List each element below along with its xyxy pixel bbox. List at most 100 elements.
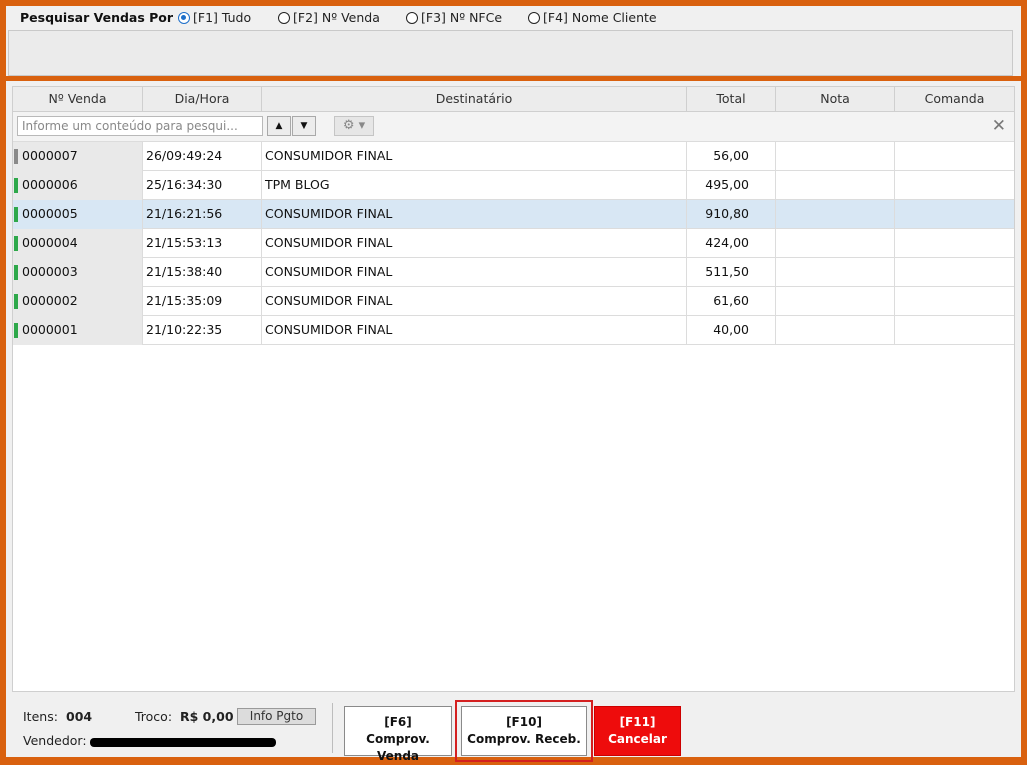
cell-total: 61,60 <box>687 287 776 316</box>
table-row[interactable]: 0000004 21/15:53:13 CONSUMIDOR FINAL 424… <box>13 229 1014 258</box>
cell-venda: 0000007 <box>13 142 143 171</box>
status-marker <box>14 236 18 251</box>
table-row[interactable]: 0000007 26/09:49:24 CONSUMIDOR FINAL 56,… <box>13 142 1014 171</box>
comprov-receb-button[interactable]: [F10] Comprov. Receb. <box>455 700 593 762</box>
cell-venda: 0000005 <box>13 200 143 229</box>
cell-dia-hora: 21/16:21:56 <box>143 200 262 229</box>
radio-unchecked-icon <box>528 11 540 24</box>
status-marker <box>14 207 18 222</box>
venda-number: 0000002 <box>22 293 78 308</box>
cell-comanda <box>895 316 1014 345</box>
cell-destinatario: CONSUMIDOR FINAL <box>262 229 687 258</box>
radio-tudo[interactable]: [F1] Tudo <box>178 10 251 25</box>
radio-label: [F2] Nº Venda <box>293 10 380 25</box>
status-marker <box>14 178 18 193</box>
divider <box>332 703 333 753</box>
table-row-selected[interactable]: 0000005 21/16:21:56 CONSUMIDOR FINAL 910… <box>13 200 1014 229</box>
venda-number: 0000005 <box>22 206 78 221</box>
cell-comanda <box>895 142 1014 171</box>
cell-destinatario: CONSUMIDOR FINAL <box>262 316 687 345</box>
search-input-area[interactable] <box>8 30 1013 76</box>
cell-dia-hora: 21/15:35:09 <box>143 287 262 316</box>
venda-number: 0000003 <box>22 264 78 279</box>
cell-nota <box>776 258 895 287</box>
cell-total: 424,00 <box>687 229 776 258</box>
cell-comanda <box>895 171 1014 200</box>
troco-value: R$ 0,00 <box>180 709 234 724</box>
status-marker <box>14 149 18 164</box>
cell-destinatario: CONSUMIDOR FINAL <box>262 142 687 171</box>
col-header-comanda[interactable]: Comanda <box>895 87 1014 111</box>
radio-checked-icon <box>178 11 190 24</box>
table-row[interactable]: 0000002 21/15:35:09 CONSUMIDOR FINAL 61,… <box>13 287 1014 316</box>
cell-total: 910,80 <box>687 200 776 229</box>
col-header-dia-hora[interactable]: Dia/Hora <box>143 87 262 111</box>
venda-number: 0000007 <box>22 148 78 163</box>
table-row[interactable]: 0000003 21/15:38:40 CONSUMIDOR FINAL 511… <box>13 258 1014 287</box>
find-next-button[interactable]: ▼ <box>292 116 316 136</box>
radio-nome-cliente[interactable]: [F4] Nome Cliente <box>528 10 657 25</box>
info-pgto-button[interactable]: Info Pgto <box>237 708 316 725</box>
search-panel: Pesquisar Vendas Por [F1] Tudo [F2] Nº V… <box>6 6 1021 78</box>
col-header-numero-venda[interactable]: Nº Venda <box>13 87 143 111</box>
cell-dia-hora: 21/15:38:40 <box>143 258 262 287</box>
cell-comanda <box>895 200 1014 229</box>
cell-dia-hora: 21/15:53:13 <box>143 229 262 258</box>
cell-total: 40,00 <box>687 316 776 345</box>
cell-total: 511,50 <box>687 258 776 287</box>
cell-comanda <box>895 229 1014 258</box>
cell-total: 495,00 <box>687 171 776 200</box>
col-header-destinatario[interactable]: Destinatário <box>262 87 687 111</box>
status-marker <box>14 265 18 280</box>
filter-input[interactable]: Informe um conteúdo para pesqui... <box>17 116 263 136</box>
cell-dia-hora: 25/16:34:30 <box>143 171 262 200</box>
filter-row: Informe um conteúdo para pesqui... ▲ ▼ ⚙… <box>13 112 1014 142</box>
redacted-vendor-name <box>90 738 276 747</box>
gear-icon: ⚙ ▾ <box>342 118 366 133</box>
close-icon: ✕ <box>991 116 1006 136</box>
itens-value: 004 <box>66 709 93 724</box>
table-row[interactable]: 0000006 25/16:34:30 TPM BLOG 495,00 <box>13 171 1014 200</box>
cell-nota <box>776 200 895 229</box>
cell-venda: 0000001 <box>13 316 143 345</box>
find-prev-button[interactable]: ▲ <box>267 116 291 136</box>
status-marker <box>14 294 18 309</box>
button-shortcut: [F10] <box>506 715 542 729</box>
cell-comanda <box>895 258 1014 287</box>
radio-label: [F4] Nome Cliente <box>543 10 657 25</box>
cell-nota <box>776 171 895 200</box>
cell-dia-hora: 21/10:22:35 <box>143 316 262 345</box>
cell-destinatario: CONSUMIDOR FINAL <box>262 200 687 229</box>
button-label: Cancelar <box>608 732 667 746</box>
clear-filter-button[interactable]: ✕ <box>992 116 1006 136</box>
col-header-nota[interactable]: Nota <box>776 87 895 111</box>
table-row[interactable]: 0000001 21/10:22:35 CONSUMIDOR FINAL 40,… <box>13 316 1014 345</box>
status-marker <box>14 323 18 338</box>
itens-label: Itens: <box>23 709 58 724</box>
button-label: Comprov. Venda <box>366 732 430 763</box>
radio-unchecked-icon <box>278 11 290 24</box>
troco-label: Troco: <box>135 709 173 724</box>
col-header-total[interactable]: Total <box>687 87 776 111</box>
grid-header: Nº Venda Dia/Hora Destinatário Total Not… <box>13 87 1014 112</box>
radio-label: [F3] Nº NFCe <box>421 10 503 25</box>
button-shortcut: [F6] <box>384 715 412 729</box>
options-button[interactable]: ⚙ ▾ <box>334 116 374 136</box>
cell-total: 56,00 <box>687 142 776 171</box>
button-label: Comprov. Receb. <box>467 732 581 746</box>
comprov-venda-button[interactable]: [F6] Comprov. Venda <box>344 706 452 763</box>
radio-numero-venda[interactable]: [F2] Nº Venda <box>278 10 380 25</box>
venda-number: 0000001 <box>22 322 78 337</box>
venda-number: 0000006 <box>22 177 78 192</box>
grid-rows: 0000007 26/09:49:24 CONSUMIDOR FINAL 56,… <box>13 142 1014 345</box>
cancelar-button[interactable]: [F11] Cancelar <box>594 706 681 756</box>
sales-grid: Nº Venda Dia/Hora Destinatário Total Not… <box>12 86 1015 692</box>
cell-nota <box>776 142 895 171</box>
arrow-down-icon: ▼ <box>300 121 308 131</box>
cell-destinatario: CONSUMIDOR FINAL <box>262 258 687 287</box>
radio-label: [F1] Tudo <box>193 10 252 25</box>
cell-nota <box>776 316 895 345</box>
cell-venda: 0000004 <box>13 229 143 258</box>
radio-numero-nfce[interactable]: [F3] Nº NFCe <box>406 10 502 25</box>
footer: Itens: 004 Troco: R$ 0,00 Info Pgto Vend… <box>6 695 1021 763</box>
